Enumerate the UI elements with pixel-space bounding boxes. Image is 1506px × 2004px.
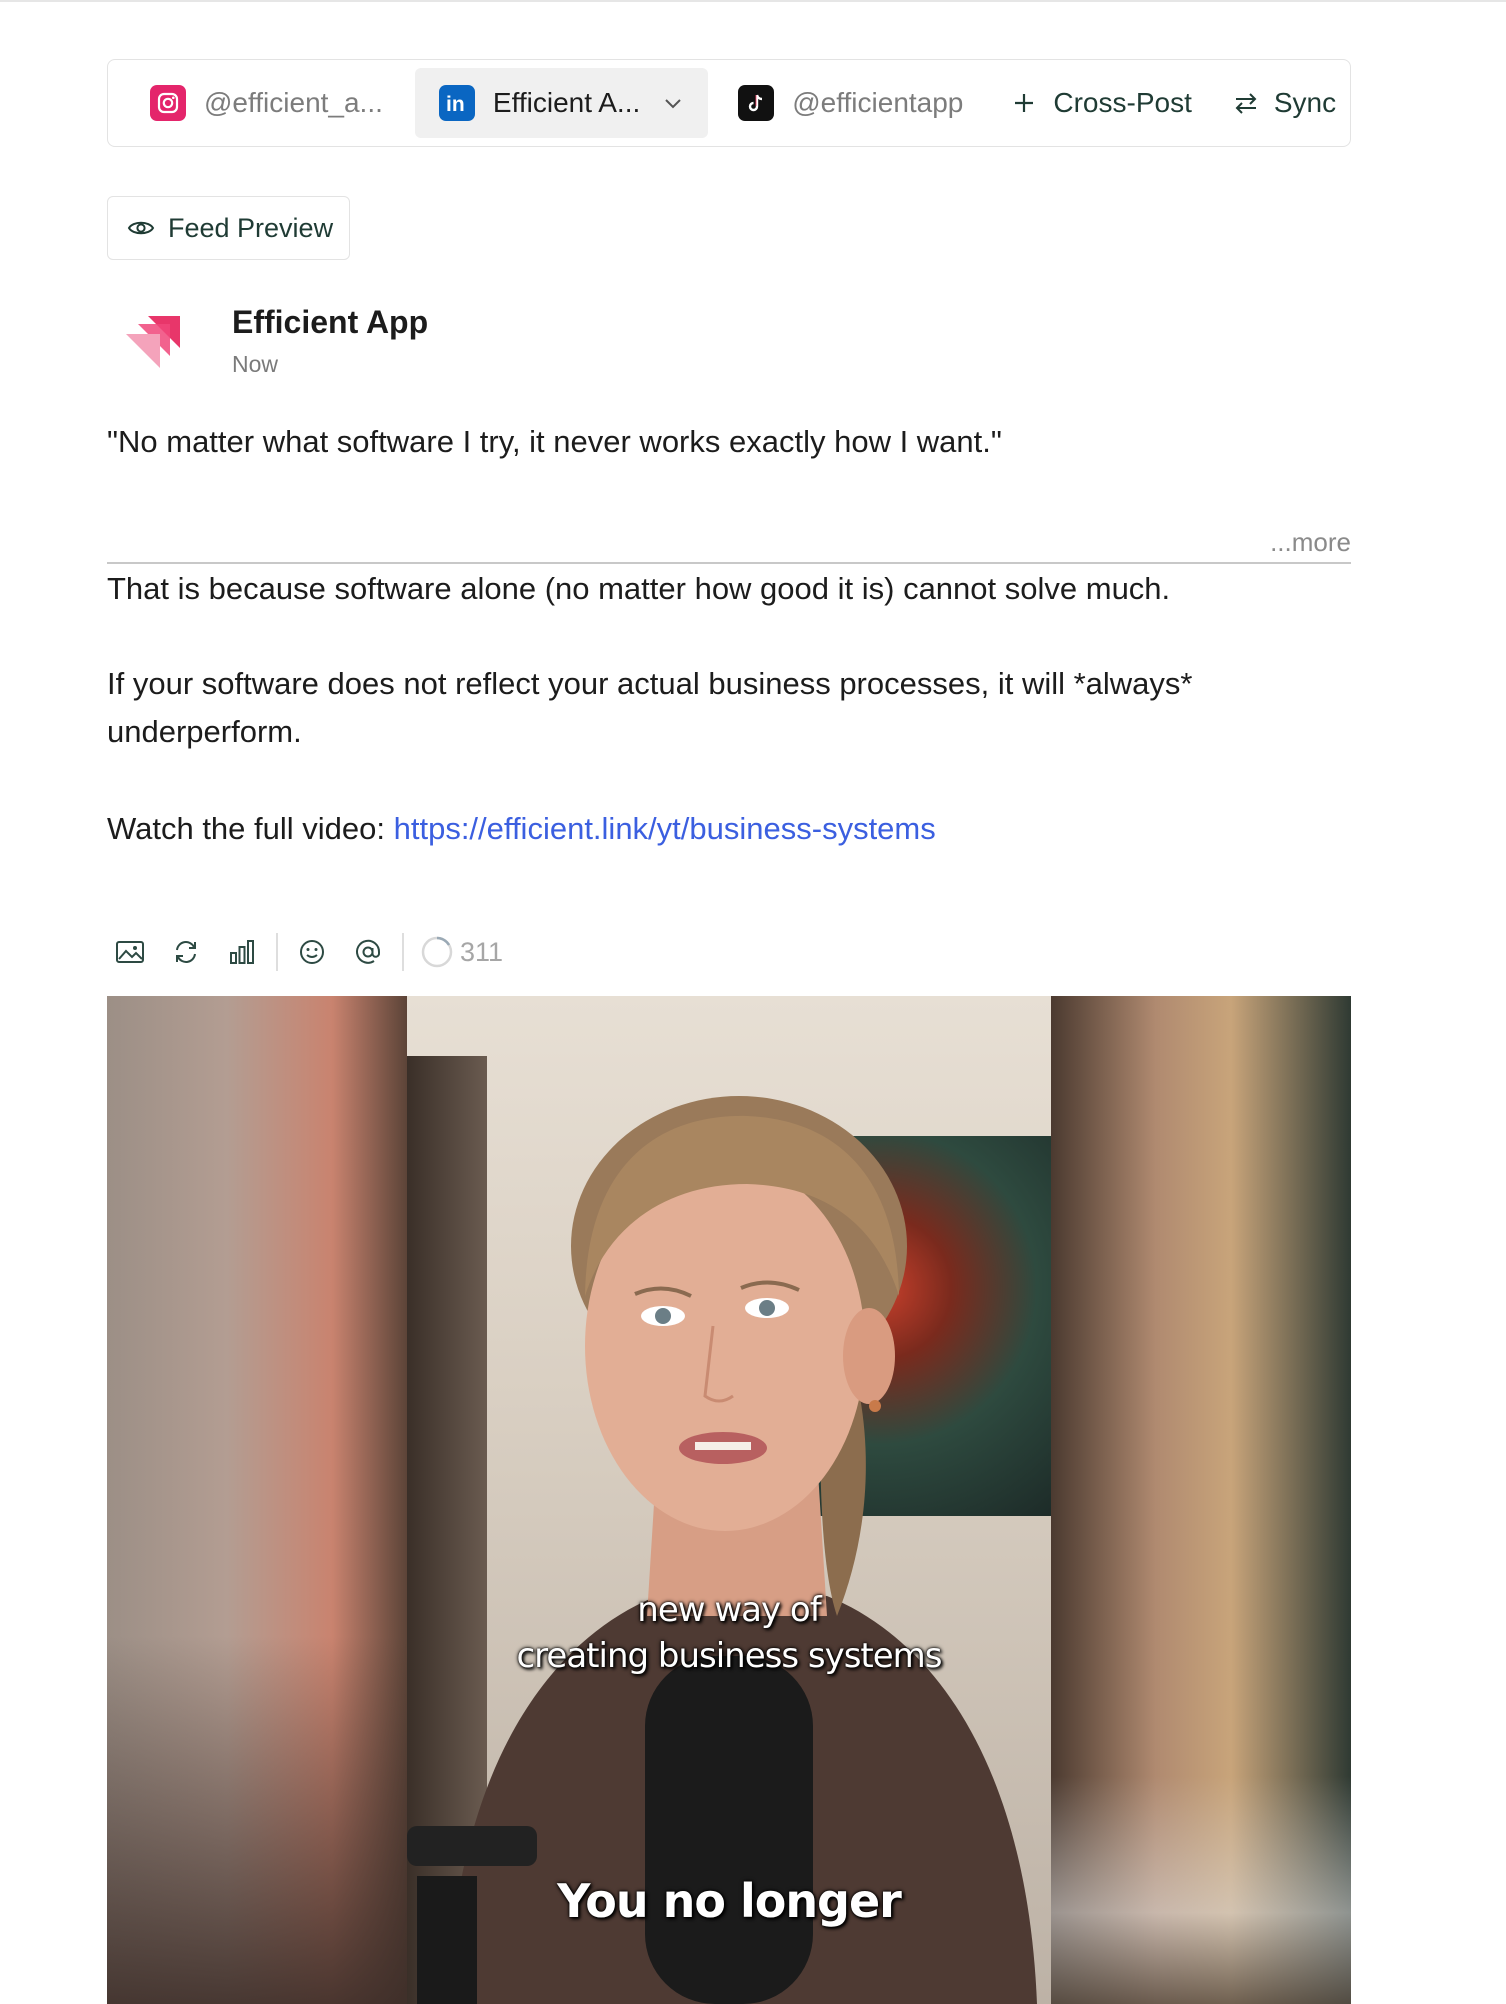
svg-text:in: in: [446, 93, 465, 116]
post-video-thumbnail[interactable]: new way of creating business systems You…: [107, 996, 1351, 2004]
toolbar-separator: [402, 933, 404, 971]
sync-button[interactable]: Sync: [1232, 68, 1336, 138]
account-tab-instagram[interactable]: @efficient_a...: [138, 68, 395, 138]
linkedin-icon: in: [438, 85, 475, 121]
post-paragraph: If your software does not reflect your a…: [107, 666, 1193, 749]
account-handle: Efficient A...: [492, 87, 641, 118]
post-author: Efficient App: [232, 304, 429, 340]
eye-icon: [126, 213, 156, 243]
character-count-ring-icon: [420, 935, 454, 969]
video-caption-large: You no longer: [557, 1874, 902, 1928]
top-border: [0, 0, 1506, 2]
account-selector-bar: @efficient_a... in Efficient A... @effic…: [107, 59, 1351, 147]
plus-icon: [1011, 89, 1039, 117]
character-count: 311: [460, 936, 504, 967]
mention-icon[interactable]: [350, 934, 386, 970]
avatar: [118, 310, 186, 374]
emoji-icon[interactable]: [294, 934, 330, 970]
video-caption-line: new way of: [637, 1590, 821, 1630]
account-handle: @efficientapp: [792, 87, 964, 118]
cross-post-button[interactable]: Cross-Post: [1011, 68, 1192, 138]
post-quote: "No matter what software I try, it never…: [107, 424, 1002, 459]
account-handle: @efficient_a...: [204, 87, 383, 118]
toolbar-separator: [276, 933, 278, 971]
feed-preview-button[interactable]: Feed Preview: [107, 196, 350, 260]
instagram-icon: [150, 85, 186, 121]
blurred-backdrop-right: [1051, 996, 1351, 2004]
video-link-prefix: Watch the full video:: [107, 811, 394, 846]
brand-logo-icon: [126, 316, 180, 368]
feed-preview-label: Feed Preview: [168, 212, 334, 243]
fold-divider: [107, 562, 1351, 564]
blurred-backdrop-left: [107, 996, 407, 2004]
post-paragraph: Watch the full video: https://efficient.…: [107, 805, 1351, 853]
image-icon[interactable]: [112, 934, 148, 970]
video-frame: new way of creating business systems You…: [407, 996, 1051, 2004]
repost-icon[interactable]: [168, 934, 204, 970]
account-tab-tiktok[interactable]: @efficientapp: [726, 68, 975, 138]
sync-label: Sync: [1273, 87, 1337, 118]
see-more-link[interactable]: ...more: [1270, 527, 1351, 558]
tiktok-icon: [738, 85, 775, 121]
swap-arrows-icon: [1232, 89, 1260, 117]
video-caption-line: creating business systems: [516, 1636, 942, 1676]
post-timestamp: Now: [232, 351, 279, 377]
video-link[interactable]: https://efficient.link/yt/business-syste…: [394, 811, 936, 846]
cross-post-label: Cross-Post: [1053, 87, 1192, 118]
post-paragraph: That is because software alone (no matte…: [107, 571, 1171, 606]
account-tab-linkedin[interactable]: in Efficient A...: [414, 68, 709, 138]
composer-toolbar: 311: [112, 930, 503, 974]
chevron-down-icon[interactable]: [662, 92, 684, 114]
chart-icon[interactable]: [224, 934, 260, 970]
speaker-illustration: [407, 1096, 1037, 2004]
